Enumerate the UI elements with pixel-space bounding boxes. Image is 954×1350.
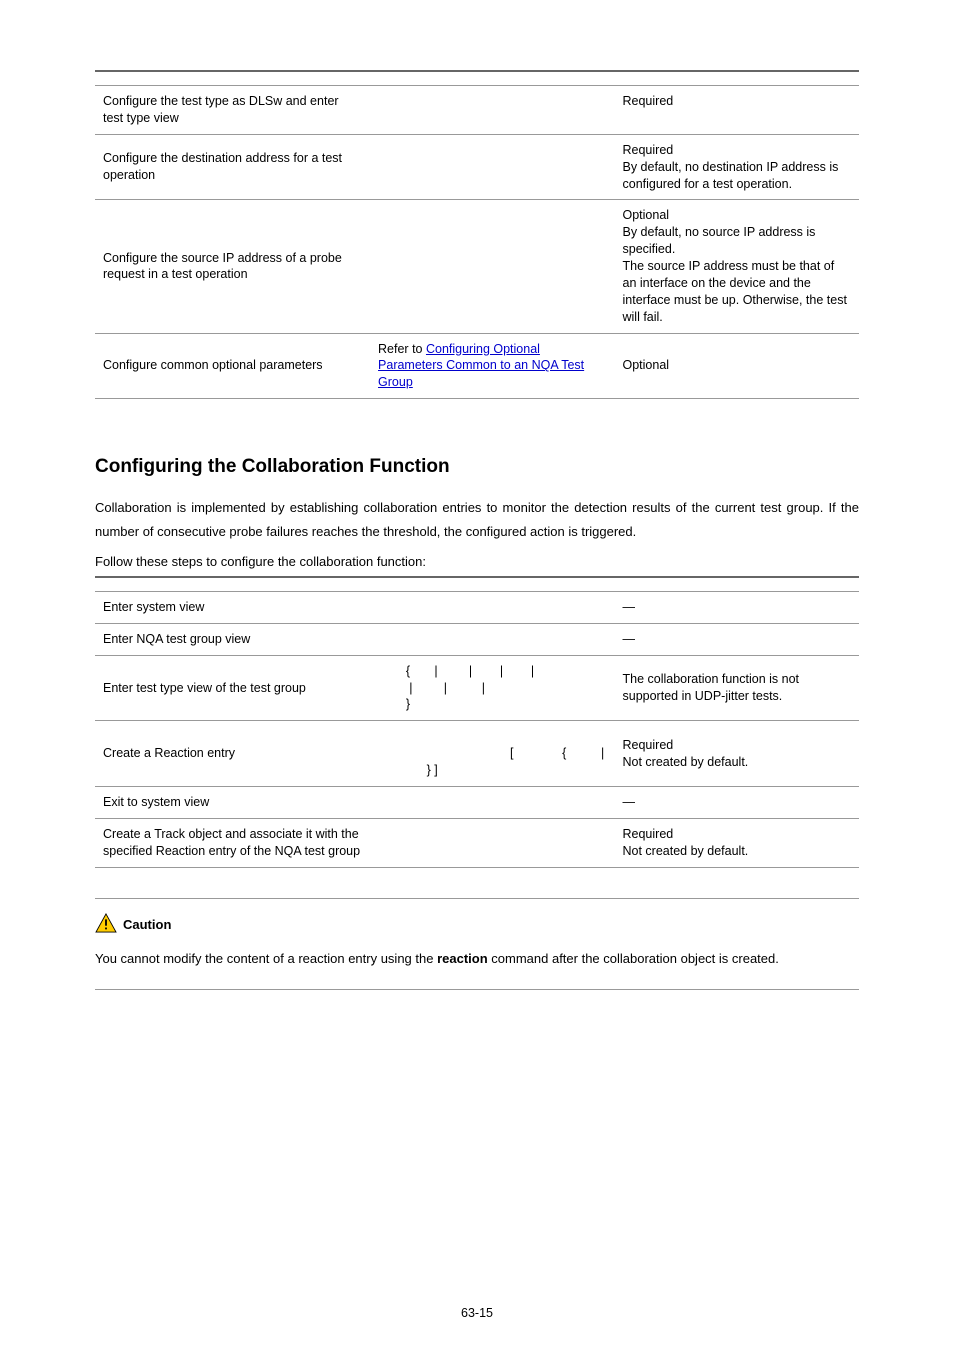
cell-command xyxy=(370,134,614,200)
link-prefix: Refer to xyxy=(378,342,426,356)
caution-header: Caution xyxy=(95,913,859,938)
header-cell xyxy=(370,71,614,86)
caution-box: Caution You cannot modify the content of… xyxy=(95,898,859,991)
paragraph-steps-intro: Follow these steps to configure the coll… xyxy=(95,550,859,574)
table-collaboration-steps: Enter system view — Enter NQA test group… xyxy=(95,576,859,868)
cell-task: Configure the test type as DLSw and ente… xyxy=(95,86,370,135)
cell-task: Exit to system view xyxy=(95,786,370,818)
caution-icon xyxy=(95,913,117,938)
table-row: Exit to system view — xyxy=(95,786,859,818)
table-header-row xyxy=(95,71,859,86)
page-number: 63-15 xyxy=(0,1305,954,1322)
table-row: Configure the test type as DLSw and ente… xyxy=(95,86,859,135)
header-cell xyxy=(615,577,860,592)
cell-task: Create a Reaction entry xyxy=(95,721,370,787)
cell-command: [ { | } ] xyxy=(370,721,614,787)
table-row: Configure the destination address for a … xyxy=(95,134,859,200)
table-row: Configure common optional parameters Ref… xyxy=(95,333,859,399)
table-row: Enter system view — xyxy=(95,591,859,623)
table-dlsw-config: Configure the test type as DLSw and ente… xyxy=(95,70,859,399)
cell-task: Enter NQA test group view xyxy=(95,623,370,655)
cell-command xyxy=(370,200,614,333)
cell-remarks: Required Not created by default. xyxy=(615,721,860,787)
table-row: Enter NQA test group view — xyxy=(95,623,859,655)
cell-command xyxy=(370,818,614,867)
cell-command: { | | | | | | | } xyxy=(370,655,614,721)
caution-text-bold: reaction xyxy=(437,951,488,966)
header-cell xyxy=(615,71,860,86)
cell-task: Create a Track object and associate it w… xyxy=(95,818,370,867)
caution-text-pre: You cannot modify the content of a react… xyxy=(95,951,437,966)
cell-remarks: Optional xyxy=(615,333,860,399)
cell-task: Enter system view xyxy=(95,591,370,623)
cell-task: Enter test type view of the test group xyxy=(95,655,370,721)
table-row: Create a Reaction entry [ { | } ] Requir… xyxy=(95,721,859,787)
cell-remarks: Required Not created by default. xyxy=(615,818,860,867)
cell-command xyxy=(370,786,614,818)
cell-remarks: — xyxy=(615,591,860,623)
cell-remarks: The collaboration function is not suppor… xyxy=(615,655,860,721)
cell-command: Refer to Configuring Optional Parameters… xyxy=(370,333,614,399)
header-cell xyxy=(370,577,614,592)
header-cell xyxy=(95,71,370,86)
table-row: Configure the source IP address of a pro… xyxy=(95,200,859,333)
cell-remarks: Required xyxy=(615,86,860,135)
table-header-row xyxy=(95,577,859,592)
table-row: Enter test type view of the test group {… xyxy=(95,655,859,721)
cell-remarks: Optional By default, no source IP addres… xyxy=(615,200,860,333)
cell-remarks: — xyxy=(615,623,860,655)
caution-text-post: command after the collaboration object i… xyxy=(488,951,779,966)
cell-command xyxy=(370,591,614,623)
section-heading-collaboration: Configuring the Collaboration Function xyxy=(95,454,859,480)
cell-task: Configure the destination address for a … xyxy=(95,134,370,200)
header-cell xyxy=(95,577,370,592)
caution-label: Caution xyxy=(123,916,171,934)
cell-task: Configure common optional parameters xyxy=(95,333,370,399)
cell-command xyxy=(370,86,614,135)
cell-remarks: — xyxy=(615,786,860,818)
table-row: Create a Track object and associate it w… xyxy=(95,818,859,867)
cell-task: Configure the source IP address of a pro… xyxy=(95,200,370,333)
caution-text: You cannot modify the content of a react… xyxy=(95,947,859,971)
cell-remarks: Required By default, no destination IP a… xyxy=(615,134,860,200)
paragraph-intro: Collaboration is implemented by establis… xyxy=(95,496,859,544)
cell-command xyxy=(370,623,614,655)
